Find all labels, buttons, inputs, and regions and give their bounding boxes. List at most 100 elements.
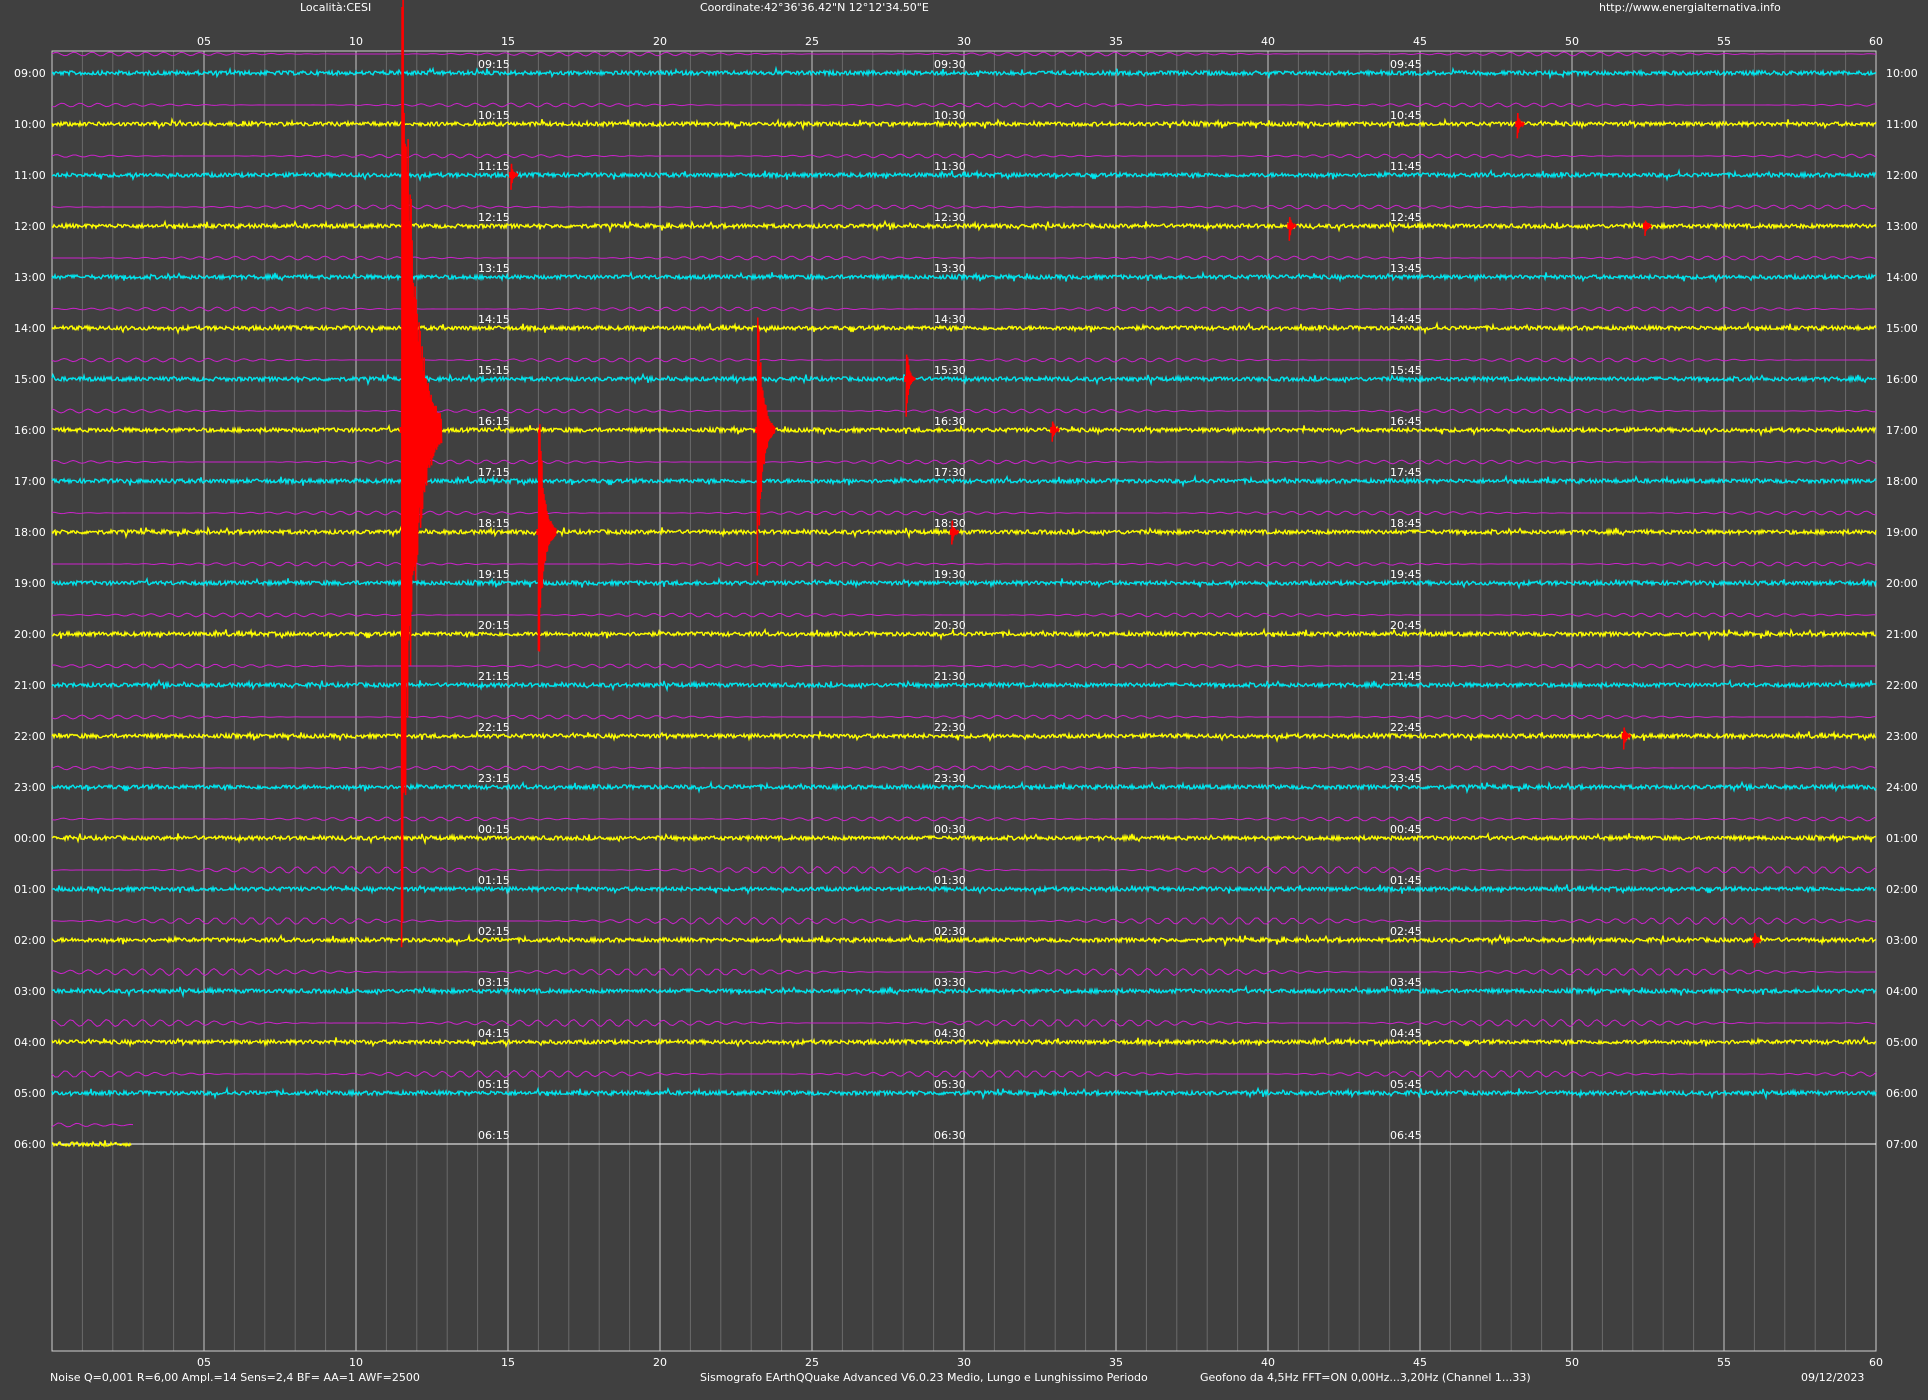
quarter-hour-label: 05:45 — [1390, 1078, 1422, 1091]
row-label-right: 18:00 — [1886, 475, 1918, 488]
seismic-event-marker — [1752, 937, 1759, 943]
quarter-hour-label: 01:30 — [934, 874, 966, 887]
row-label-left: 05:00 — [14, 1087, 46, 1100]
quarter-hour-label: 20:30 — [934, 619, 966, 632]
x-tick-label-bottom: 50 — [1565, 1356, 1579, 1369]
quarter-hour-label: 17:15 — [478, 466, 510, 479]
quarter-hour-label: 09:15 — [478, 58, 510, 71]
quarter-hour-label: 10:15 — [478, 109, 510, 122]
quarter-hour-label: 18:45 — [1390, 517, 1422, 530]
coordinates-label: Coordinate:42°36'36.42"N 12°12'34.50"E — [700, 1, 929, 14]
quarter-hour-label: 22:30 — [934, 721, 966, 734]
x-tick-label-top: 25 — [805, 35, 819, 48]
quarter-hour-label: 09:30 — [934, 58, 966, 71]
x-tick-label-top: 40 — [1261, 35, 1275, 48]
quarter-hour-label: 10:30 — [934, 109, 966, 122]
quarter-hour-label: 11:45 — [1390, 160, 1422, 173]
x-tick-label-top: 30 — [957, 35, 971, 48]
quarter-hour-label: 13:15 — [478, 262, 510, 275]
row-label-right: 03:00 — [1886, 934, 1918, 947]
row-label-left: 03:00 — [14, 985, 46, 998]
website-link[interactable]: http://www.energialternativa.info — [1599, 1, 1781, 14]
row-label-right: 07:00 — [1886, 1138, 1918, 1151]
x-tick-label-bottom: 20 — [653, 1356, 667, 1369]
location-label: Località:CESI — [300, 1, 371, 14]
row-label-right: 04:00 — [1886, 985, 1918, 998]
row-label-right: 16:00 — [1886, 373, 1918, 386]
quarter-hour-label: 16:15 — [478, 415, 510, 428]
quarter-hour-label: 23:30 — [934, 772, 966, 785]
quarter-hour-label: 11:15 — [478, 160, 510, 173]
x-tick-label-bottom: 05 — [197, 1356, 211, 1369]
quarter-hour-label: 12:15 — [478, 211, 510, 224]
quarter-hour-label: 04:45 — [1390, 1027, 1422, 1040]
quarter-hour-label: 21:30 — [934, 670, 966, 683]
quarter-hour-label: 05:30 — [934, 1078, 966, 1091]
quarter-hour-label: 09:45 — [1390, 58, 1422, 71]
row-label-right: 06:00 — [1886, 1087, 1918, 1100]
quarter-hour-label: 15:45 — [1390, 364, 1422, 377]
row-label-left: 19:00 — [14, 577, 46, 590]
seismic-event-marker — [399, 427, 406, 433]
quarter-hour-label: 12:45 — [1390, 211, 1422, 224]
row-label-left: 15:00 — [14, 373, 46, 386]
quarter-hour-label: 03:30 — [934, 976, 966, 989]
row-label-right: 13:00 — [1886, 220, 1918, 233]
row-label-left: 18:00 — [14, 526, 46, 539]
row-label-left: 17:00 — [14, 475, 46, 488]
quarter-hour-label: 23:15 — [478, 772, 510, 785]
quarter-hour-label: 06:15 — [478, 1129, 510, 1142]
seismic-event-marker — [536, 529, 543, 535]
quarter-hour-label: 18:30 — [934, 517, 966, 530]
x-tick-label-bottom: 55 — [1717, 1356, 1731, 1369]
row-label-left: 01:00 — [14, 883, 46, 896]
row-label-left: 22:00 — [14, 730, 46, 743]
seismic-event-marker — [755, 427, 762, 433]
x-tick-label-bottom: 25 — [805, 1356, 819, 1369]
quarter-hour-label: 23:45 — [1390, 772, 1422, 785]
quarter-hour-label: 00:30 — [934, 823, 966, 836]
row-label-left: 10:00 — [14, 118, 46, 131]
x-tick-label-bottom: 30 — [957, 1356, 971, 1369]
quarter-hour-label: 04:30 — [934, 1027, 966, 1040]
quarter-hour-label: 02:15 — [478, 925, 510, 938]
row-label-right: 05:00 — [1886, 1036, 1918, 1049]
noise-params-label: Noise Q=0,001 R=6,00 Ampl.=14 Sens=2,4 B… — [50, 1371, 420, 1384]
seismic-event-marker — [1515, 121, 1522, 127]
seismic-event-marker — [1050, 427, 1057, 433]
quarter-hour-label: 03:15 — [478, 976, 510, 989]
quarter-hour-label: 20:45 — [1390, 619, 1422, 632]
x-tick-label-top: 35 — [1109, 35, 1123, 48]
quarter-hour-label: 02:30 — [934, 925, 966, 938]
row-label-right: 02:00 — [1886, 883, 1918, 896]
row-label-left: 00:00 — [14, 832, 46, 845]
row-label-right: 10:00 — [1886, 67, 1918, 80]
quarter-hour-label: 14:30 — [934, 313, 966, 326]
quarter-hour-label: 04:15 — [478, 1027, 510, 1040]
sensor-label: Geofono da 4,5Hz FFT=ON 0,00Hz...3,20Hz … — [1200, 1371, 1531, 1384]
row-label-left: 16:00 — [14, 424, 46, 437]
x-tick-label-top: 15 — [501, 35, 515, 48]
row-label-right: 15:00 — [1886, 322, 1918, 335]
quarter-hour-label: 16:30 — [934, 415, 966, 428]
quarter-hour-label: 19:15 — [478, 568, 510, 581]
seismic-event-marker — [904, 376, 911, 382]
quarter-hour-label: 19:45 — [1390, 568, 1422, 581]
row-label-left: 06:00 — [14, 1138, 46, 1151]
row-label-right: 12:00 — [1886, 169, 1918, 182]
quarter-hour-label: 16:45 — [1390, 415, 1422, 428]
row-label-right: 21:00 — [1886, 628, 1918, 641]
x-tick-label-bottom: 15 — [501, 1356, 515, 1369]
quarter-hour-label: 14:45 — [1390, 313, 1422, 326]
seismic-event-marker — [509, 172, 516, 178]
row-label-left: 12:00 — [14, 220, 46, 233]
quarter-hour-label: 15:30 — [934, 364, 966, 377]
row-label-right: 24:00 — [1886, 781, 1918, 794]
date-label: 09/12/2023 — [1801, 1371, 1864, 1384]
row-label-right: 19:00 — [1886, 526, 1918, 539]
quarter-hour-label: 14:15 — [478, 313, 510, 326]
row-label-right: 14:00 — [1886, 271, 1918, 284]
quarter-hour-label: 05:15 — [478, 1078, 510, 1091]
row-label-left: 13:00 — [14, 271, 46, 284]
x-tick-label-top: 50 — [1565, 35, 1579, 48]
